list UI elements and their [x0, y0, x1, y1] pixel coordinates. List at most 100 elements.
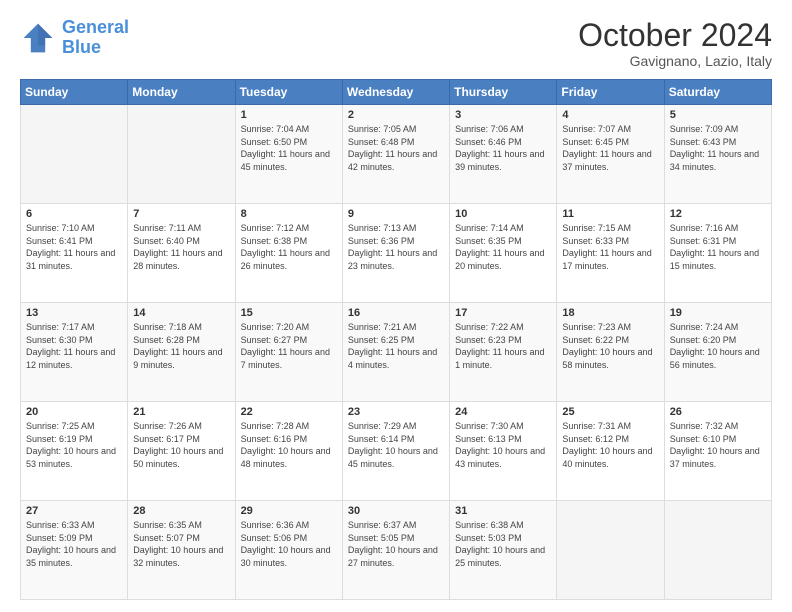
- day-number: 16: [348, 307, 444, 319]
- calendar-header-row: SundayMondayTuesdayWednesdayThursdayFrid…: [21, 80, 772, 105]
- calendar-cell: 14 Sunrise: 7:18 AMSunset: 6:28 PMDayligh…: [128, 303, 235, 402]
- calendar-cell: 30 Sunrise: 6:37 AMSunset: 5:05 PMDayligh…: [342, 501, 449, 600]
- logo-blue: Blue: [62, 37, 101, 57]
- day-number: 22: [241, 406, 337, 418]
- day-number: 25: [562, 406, 658, 418]
- calendar-cell: 10 Sunrise: 7:14 AMSunset: 6:35 PMDayligh…: [450, 204, 557, 303]
- month-title: October 2024: [578, 18, 772, 53]
- calendar-week-1: 6Sunrise: 7:10 AMSunset: 6:41 PMDaylight…: [21, 204, 772, 303]
- day-number: 7: [133, 208, 229, 220]
- calendar-cell: 28Sunrise: 6:35 AMSunset: 5:07 PMDayligh…: [128, 501, 235, 600]
- calendar-week-2: 13 Sunrise: 7:17 AMSunset: 6:30 PMDayligh…: [21, 303, 772, 402]
- day-info: Sunrise: 7:06 AMSunset: 6:46 PMDaylight:…: [455, 123, 551, 173]
- day-info: Sunrise: 7:05 AMSunset: 6:48 PMDaylight:…: [348, 123, 444, 173]
- header: General Blue October 2024 Gavignano, Laz…: [20, 18, 772, 69]
- day-info: Sunrise: 7:23 AMSunset: 6:22 PMDaylight:…: [562, 321, 658, 371]
- calendar-cell: 27Sunrise: 6:33 AMSunset: 5:09 PMDayligh…: [21, 501, 128, 600]
- page: General Blue October 2024 Gavignano, Laz…: [0, 0, 792, 612]
- day-info: Sunrise: 7:21 AMSunset: 6:25 PMDaylight:…: [348, 321, 444, 371]
- day-number: 2: [348, 109, 444, 121]
- calendar-cell: 7 Sunrise: 7:11 AMSunset: 6:40 PMDaylight…: [128, 204, 235, 303]
- day-info: Sunrise: 7:16 AMSunset: 6:31 PMDaylight:…: [670, 222, 766, 272]
- logo-icon: [20, 20, 56, 56]
- calendar-cell: 25 Sunrise: 7:31 AMSunset: 6:12 PMDayligh…: [557, 402, 664, 501]
- day-number: 17: [455, 307, 551, 319]
- day-info: Sunrise: 7:14 AMSunset: 6:35 PMDaylight:…: [455, 222, 551, 272]
- day-info: Sunrise: 7:07 AMSunset: 6:45 PMDaylight:…: [562, 123, 658, 173]
- day-info: Sunrise: 7:15 AMSunset: 6:33 PMDaylight:…: [562, 222, 658, 272]
- day-number: 15: [241, 307, 337, 319]
- day-number: 24: [455, 406, 551, 418]
- calendar-cell: 15 Sunrise: 7:20 AMSunset: 6:27 PMDayligh…: [235, 303, 342, 402]
- day-info: Sunrise: 7:31 AMSunset: 6:12 PMDaylight:…: [562, 420, 658, 470]
- col-header-wednesday: Wednesday: [342, 80, 449, 105]
- day-number: 12: [670, 208, 766, 220]
- col-header-friday: Friday: [557, 80, 664, 105]
- day-info: Sunrise: 7:18 AMSunset: 6:28 PMDaylight:…: [133, 321, 229, 371]
- day-info: Sunrise: 6:35 AMSunset: 5:07 PMDaylight:…: [133, 519, 229, 569]
- location: Gavignano, Lazio, Italy: [578, 53, 772, 69]
- day-number: 19: [670, 307, 766, 319]
- calendar-cell: 13 Sunrise: 7:17 AMSunset: 6:30 PMDayligh…: [21, 303, 128, 402]
- calendar-table: SundayMondayTuesdayWednesdayThursdayFrid…: [20, 79, 772, 600]
- day-info: Sunrise: 7:22 AMSunset: 6:23 PMDaylight:…: [455, 321, 551, 371]
- day-info: Sunrise: 6:37 AMSunset: 5:05 PMDaylight:…: [348, 519, 444, 569]
- day-info: Sunrise: 7:17 AMSunset: 6:30 PMDaylight:…: [26, 321, 122, 371]
- day-info: Sunrise: 7:29 AMSunset: 6:14 PMDaylight:…: [348, 420, 444, 470]
- calendar-cell: 26 Sunrise: 7:32 AMSunset: 6:10 PMDayligh…: [664, 402, 771, 501]
- calendar-cell: 9Sunrise: 7:13 AMSunset: 6:36 PMDaylight…: [342, 204, 449, 303]
- day-number: 29: [241, 505, 337, 517]
- day-number: 20: [26, 406, 122, 418]
- day-number: 26: [670, 406, 766, 418]
- calendar-cell: [664, 501, 771, 600]
- day-number: 5: [670, 109, 766, 121]
- calendar-cell: 20Sunrise: 7:25 AMSunset: 6:19 PMDayligh…: [21, 402, 128, 501]
- calendar-week-0: 1 Sunrise: 7:04 AMSunset: 6:50 PMDaylight…: [21, 105, 772, 204]
- day-info: Sunrise: 7:32 AMSunset: 6:10 PMDaylight:…: [670, 420, 766, 470]
- col-header-monday: Monday: [128, 80, 235, 105]
- title-block: October 2024 Gavignano, Lazio, Italy: [578, 18, 772, 69]
- calendar-cell: 18 Sunrise: 7:23 AMSunset: 6:22 PMDayligh…: [557, 303, 664, 402]
- calendar-cell: 11Sunrise: 7:15 AMSunset: 6:33 PMDayligh…: [557, 204, 664, 303]
- calendar-week-4: 27Sunrise: 6:33 AMSunset: 5:09 PMDayligh…: [21, 501, 772, 600]
- day-info: Sunrise: 6:36 AMSunset: 5:06 PMDaylight:…: [241, 519, 337, 569]
- logo-text: General Blue: [62, 18, 129, 58]
- calendar-cell: 6Sunrise: 7:10 AMSunset: 6:41 PMDaylight…: [21, 204, 128, 303]
- calendar-cell: 29 Sunrise: 6:36 AMSunset: 5:06 PMDayligh…: [235, 501, 342, 600]
- day-info: Sunrise: 7:20 AMSunset: 6:27 PMDaylight:…: [241, 321, 337, 371]
- day-number: 14: [133, 307, 229, 319]
- col-header-saturday: Saturday: [664, 80, 771, 105]
- calendar-cell: 8Sunrise: 7:12 AMSunset: 6:38 PMDaylight…: [235, 204, 342, 303]
- calendar-cell: 2 Sunrise: 7:05 AMSunset: 6:48 PMDaylight…: [342, 105, 449, 204]
- logo-general: General: [62, 17, 129, 37]
- day-info: Sunrise: 7:28 AMSunset: 6:16 PMDaylight:…: [241, 420, 337, 470]
- day-number: 23: [348, 406, 444, 418]
- calendar-cell: 5Sunrise: 7:09 AMSunset: 6:43 PMDaylight…: [664, 105, 771, 204]
- day-info: Sunrise: 7:30 AMSunset: 6:13 PMDaylight:…: [455, 420, 551, 470]
- calendar-cell: 19 Sunrise: 7:24 AMSunset: 6:20 PMDayligh…: [664, 303, 771, 402]
- day-number: 3: [455, 109, 551, 121]
- day-info: Sunrise: 7:24 AMSunset: 6:20 PMDaylight:…: [670, 321, 766, 371]
- day-info: Sunrise: 6:38 AMSunset: 5:03 PMDaylight:…: [455, 519, 551, 569]
- calendar-cell: 1 Sunrise: 7:04 AMSunset: 6:50 PMDaylight…: [235, 105, 342, 204]
- calendar-cell: 23 Sunrise: 7:29 AMSunset: 6:14 PMDayligh…: [342, 402, 449, 501]
- day-number: 9: [348, 208, 444, 220]
- day-number: 1: [241, 109, 337, 121]
- day-info: Sunrise: 7:10 AMSunset: 6:41 PMDaylight:…: [26, 222, 122, 272]
- day-info: Sunrise: 7:04 AMSunset: 6:50 PMDaylight:…: [241, 123, 337, 173]
- day-number: 21: [133, 406, 229, 418]
- calendar-cell: 3 Sunrise: 7:06 AMSunset: 6:46 PMDaylight…: [450, 105, 557, 204]
- logo: General Blue: [20, 18, 129, 58]
- day-info: Sunrise: 7:11 AMSunset: 6:40 PMDaylight:…: [133, 222, 229, 272]
- calendar-cell: 17 Sunrise: 7:22 AMSunset: 6:23 PMDayligh…: [450, 303, 557, 402]
- day-number: 30: [348, 505, 444, 517]
- calendar-cell: [557, 501, 664, 600]
- day-number: 10: [455, 208, 551, 220]
- calendar-cell: 24 Sunrise: 7:30 AMSunset: 6:13 PMDayligh…: [450, 402, 557, 501]
- day-number: 13: [26, 307, 122, 319]
- day-number: 31: [455, 505, 551, 517]
- calendar-week-3: 20Sunrise: 7:25 AMSunset: 6:19 PMDayligh…: [21, 402, 772, 501]
- day-number: 8: [241, 208, 337, 220]
- day-number: 18: [562, 307, 658, 319]
- col-header-thursday: Thursday: [450, 80, 557, 105]
